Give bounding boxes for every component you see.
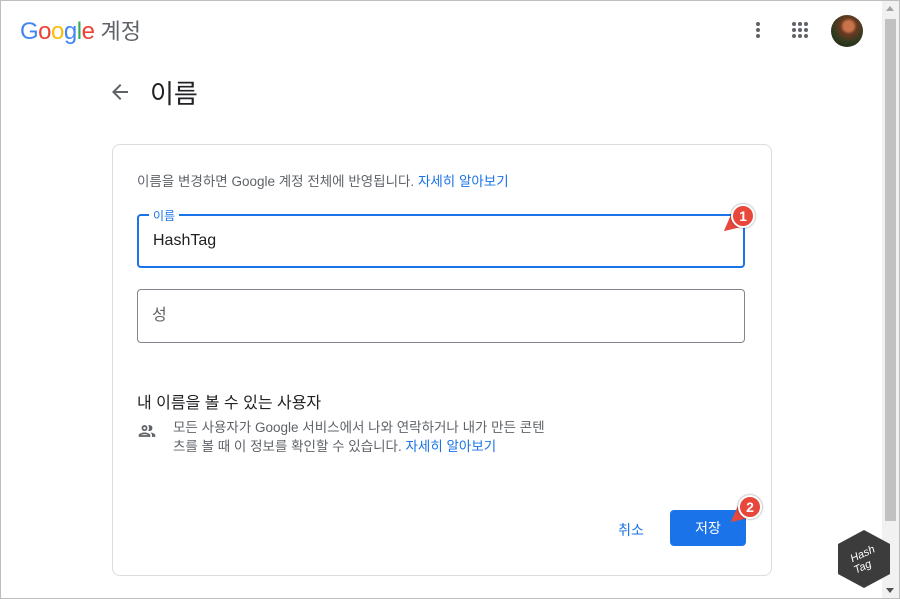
google-logo: Google — [20, 18, 95, 45]
vertical-scrollbar[interactable] — [882, 1, 899, 598]
first-name-field[interactable]: 이름 — [137, 207, 745, 268]
people-icon — [138, 425, 156, 437]
arrow-back-icon — [112, 84, 128, 100]
logo-account-text: 계정 — [100, 19, 141, 44]
google-apps-button[interactable] — [786, 16, 814, 44]
first-name-input[interactable] — [153, 216, 713, 266]
visibility-description: 모든 사용자가 Google 서비스에서 나와 연락하거나 내가 만든 콘텐츠를… — [173, 418, 553, 456]
visibility-heading: 내 이름을 볼 수 있는 사용자 — [137, 395, 322, 412]
callout-badge-2: 2 — [738, 495, 762, 519]
visibility-learn-more-link[interactable]: 자세히 알아보기 — [406, 439, 497, 454]
name-edit-card: 이름을 변경하면 Google 계정 전체에 반영됩니다. 자세히 알아보기 이… — [112, 144, 772, 576]
user-avatar[interactable] — [831, 15, 863, 47]
description-text: 이름을 변경하면 Google 계정 전체에 반영됩니다. — [137, 174, 415, 189]
callout-badge-1: 1 — [731, 204, 755, 228]
back-button[interactable] — [108, 80, 132, 104]
google-account-logo[interactable]: Google 계정 — [20, 14, 141, 46]
cancel-button[interactable]: 취소 — [603, 513, 659, 547]
more-vert-icon — [756, 22, 760, 38]
card-description: 이름을 변경하면 Google 계정 전체에 반영됩니다. 자세히 알아보기 — [137, 170, 509, 190]
apps-grid-icon — [792, 22, 808, 38]
last-name-input[interactable] — [152, 290, 712, 342]
more-options-button[interactable] — [744, 16, 772, 44]
scroll-up-arrow-icon[interactable] — [886, 6, 894, 11]
page-title: 이름 — [150, 79, 198, 109]
scrollbar-thumb[interactable] — [885, 19, 896, 521]
last-name-field[interactable] — [137, 289, 745, 343]
hashtag-watermark: Hash Tag — [838, 530, 890, 588]
learn-more-link[interactable]: 자세히 알아보기 — [418, 174, 509, 189]
